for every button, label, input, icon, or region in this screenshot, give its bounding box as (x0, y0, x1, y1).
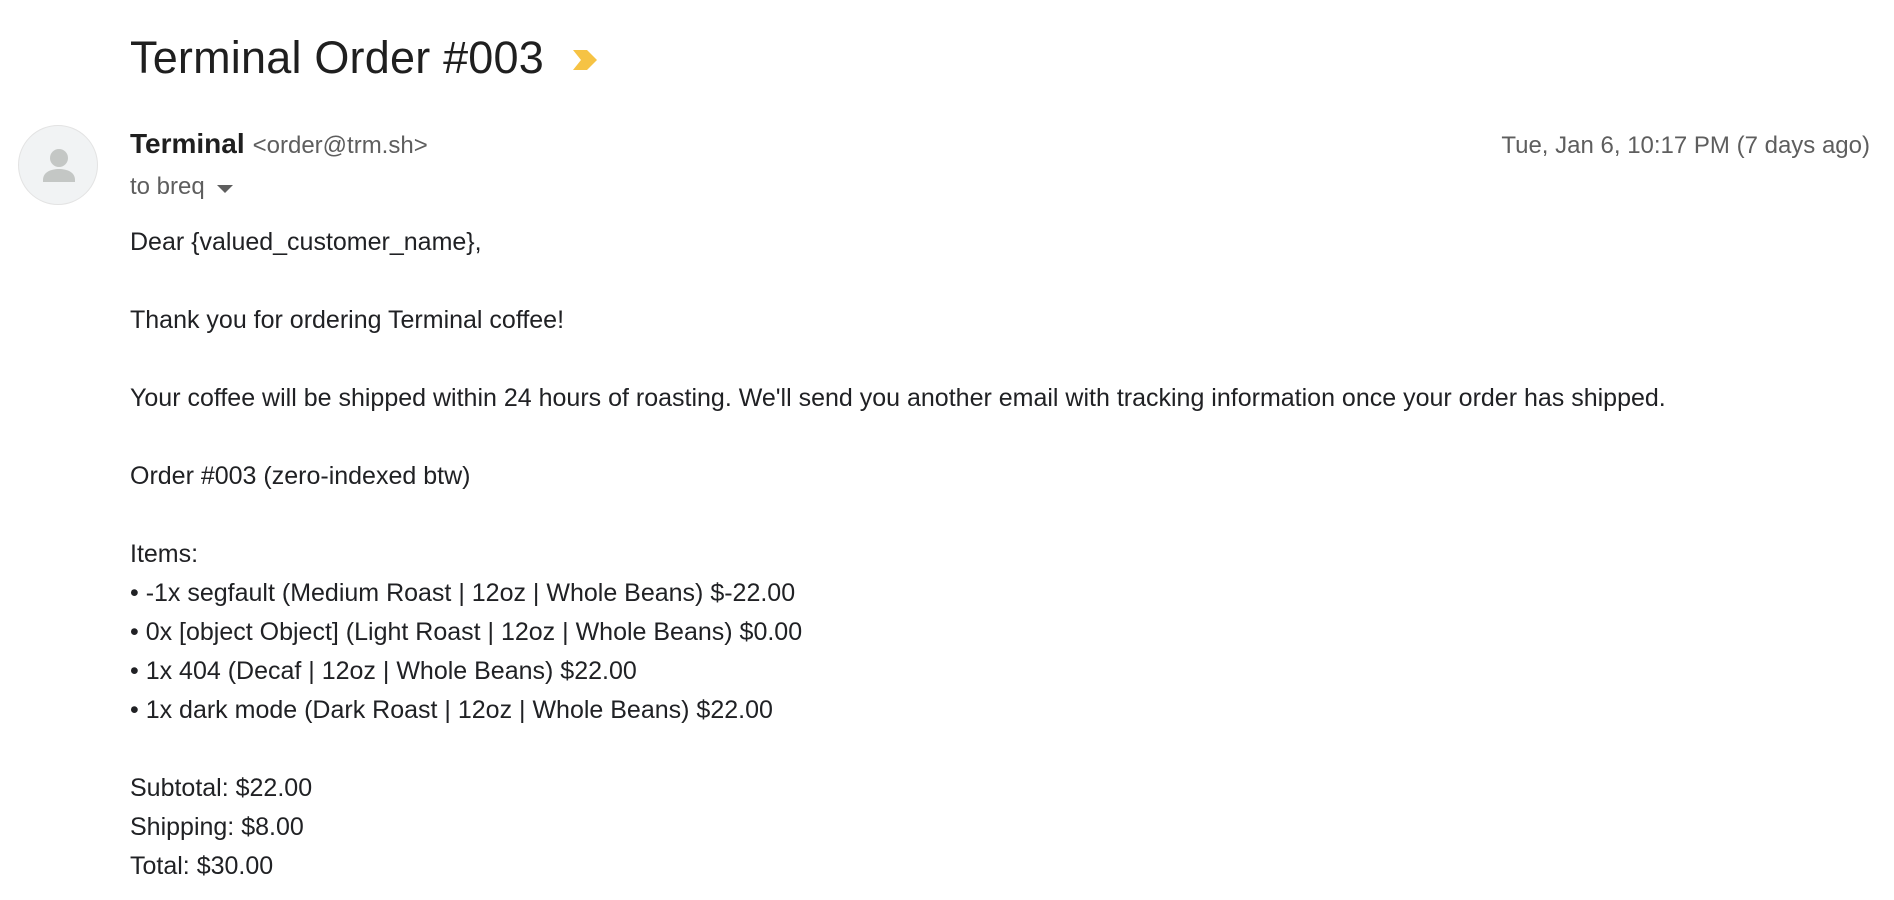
email-date: Tue, Jan 6, 10:17 PM (7 days ago) (1501, 132, 1870, 159)
sender-name[interactable]: Terminal (130, 128, 245, 160)
greeting-text: Dear {valued_customer_name}, (130, 228, 482, 256)
caret-down-icon[interactable] (216, 185, 233, 193)
thanks-text: Thank you for ordering Terminal coffee! (130, 306, 565, 334)
order-item: • 1x dark mode (Dark Roast | 12oz | Whol… (130, 696, 773, 724)
email-subject: Terminal Order #003 (130, 32, 544, 83)
sender-line: Terminal <order@trm.sh> (130, 128, 428, 164)
total-text: Total: $30.00 (130, 852, 274, 880)
items-label: Items: (130, 540, 199, 568)
order-item: • -1x segfault (Medium Roast | 12oz | Wh… (130, 579, 796, 607)
recipient-details-toggle[interactable]: to breq (130, 170, 233, 204)
importance-marker-icon[interactable] (570, 48, 600, 72)
subtotal-text: Subtotal: $22.00 (130, 774, 313, 802)
recipient-label: to breq (130, 173, 205, 200)
person-icon (43, 149, 75, 182)
shipping-cost-text: Shipping: $8.00 (130, 813, 304, 841)
sender-email: <order@trm.sh> (252, 132, 428, 159)
shipping-note-text: Your coffee will be shipped within 24 ho… (130, 384, 1666, 412)
sender-avatar[interactable] (18, 125, 98, 205)
email-body: Dear {valued_customer_name}, Thank you f… (130, 223, 1666, 886)
order-item: • 1x 404 (Decaf | 12oz | Whole Beans) $2… (130, 657, 637, 685)
subject-row: Terminal Order #003 (130, 28, 600, 88)
order-item: • 0x [object Object] (Light Roast | 12oz… (130, 618, 803, 646)
order-number-text: Order #003 (zero-indexed btw) (130, 462, 471, 490)
